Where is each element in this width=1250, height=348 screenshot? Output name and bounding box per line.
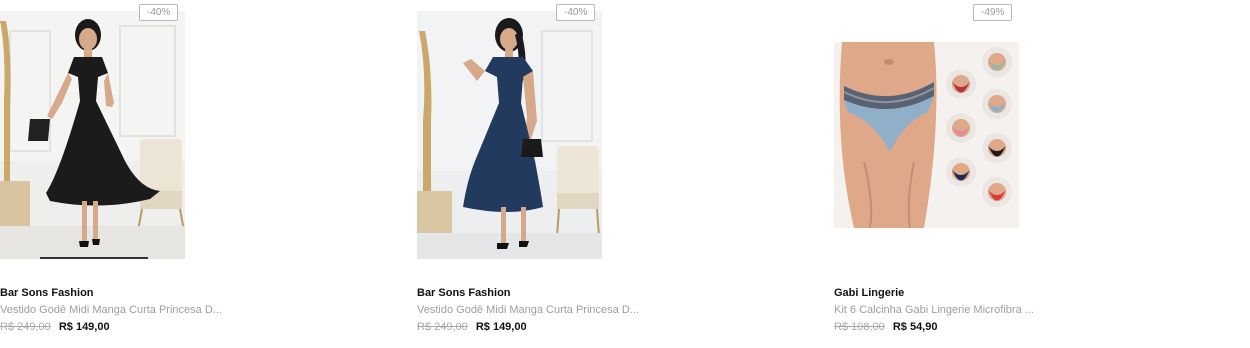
product-card[interactable]: -40% Bar Sons Fashion Vestido Godê Midi … bbox=[0, 0, 400, 348]
price-row: R$ 249,00 R$ 149,00 bbox=[0, 321, 110, 333]
old-price: R$ 249,00 bbox=[0, 321, 51, 333]
product-image[interactable] bbox=[417, 11, 602, 259]
discount-badge: -49% bbox=[973, 4, 1013, 21]
product-card[interactable]: -49% Gabi Lingerie Kit 6 Calcinha Gabi L… bbox=[834, 0, 1234, 348]
current-price: R$ 54,90 bbox=[892, 321, 938, 333]
brand-name: Bar Sons Fashion bbox=[417, 287, 511, 299]
price-row: R$ 108,00 R$ 54,90 bbox=[834, 321, 937, 333]
brand-name: Bar Sons Fashion bbox=[0, 287, 94, 299]
product-title[interactable]: Vestido Godê Midi Manga Curta Princesa D… bbox=[417, 304, 647, 316]
old-price: R$ 108,00 bbox=[834, 321, 885, 333]
old-price: R$ 249,00 bbox=[417, 321, 468, 333]
discount-badge: -40% bbox=[139, 4, 179, 21]
brand-name: Gabi Lingerie bbox=[834, 287, 905, 299]
price-row: R$ 249,00 R$ 149,00 bbox=[417, 321, 527, 333]
product-title[interactable]: Kit 6 Calcinha Gabi Lingerie Microfibra … bbox=[834, 304, 1064, 316]
product-title[interactable]: Vestido Godê Midi Manga Curta Princesa D… bbox=[0, 304, 230, 316]
current-price: R$ 149,00 bbox=[475, 321, 527, 333]
product-image[interactable] bbox=[834, 42, 1019, 228]
product-grid: -40% Bar Sons Fashion Vestido Godê Midi … bbox=[0, 0, 1250, 348]
current-price: R$ 149,00 bbox=[58, 321, 110, 333]
discount-badge: -40% bbox=[556, 4, 596, 21]
product-card[interactable]: -40% Bar Sons Fashion Vestido Godê Midi … bbox=[417, 0, 817, 348]
product-image[interactable] bbox=[0, 11, 185, 259]
